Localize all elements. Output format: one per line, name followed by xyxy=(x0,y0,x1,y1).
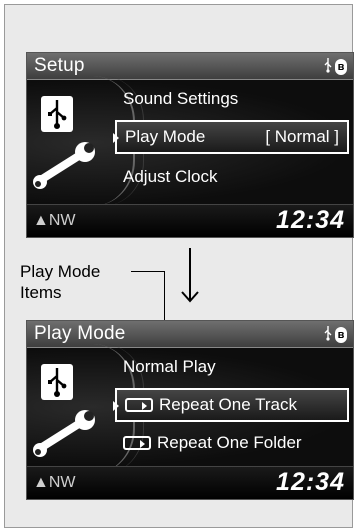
menu-item-label: Sound Settings xyxy=(123,89,239,108)
title-bar: Play Mode ʙ xyxy=(27,321,353,348)
menu-item-adjust-clock[interactable]: Adjust Clock xyxy=(115,160,349,194)
compass-arrow-icon: ▲ xyxy=(33,474,49,491)
menu-item-sound-settings[interactable]: Sound Settings xyxy=(115,82,349,116)
screen-title: Setup xyxy=(34,55,85,76)
usb-icon xyxy=(41,364,73,400)
usb-icon xyxy=(323,325,333,344)
usb-icon xyxy=(323,57,333,76)
compass-arrow-icon: ▲ xyxy=(33,212,49,229)
menu-area: Normal Play Repeat One Track Repeat One … xyxy=(27,344,353,474)
usb-icon xyxy=(41,96,73,132)
repeat-icon xyxy=(123,436,151,450)
play-mode-screen: Play Mode ʙ Normal Play Repeat One Track… xyxy=(26,320,354,500)
menu-item-label: Play Mode xyxy=(125,127,206,146)
compass-heading: ▲NW xyxy=(33,474,76,492)
menu-item-label: Normal Play xyxy=(123,357,216,376)
menu-area: Sound Settings Play Mode [ Normal ] Adju… xyxy=(27,76,353,206)
menu-item-play-mode[interactable]: Play Mode [ Normal ] xyxy=(113,120,349,154)
status-footer: ▲NW 12:34 xyxy=(27,466,353,499)
status-icons: ʙ xyxy=(323,325,347,344)
bluetooth-icon: ʙ xyxy=(335,326,347,343)
setup-screen: Setup ʙ Sound Settings Play Mode [Norma… xyxy=(26,52,354,238)
callout-leader xyxy=(131,271,165,272)
compass-heading: ▲NW xyxy=(33,212,76,230)
down-arrow-icon xyxy=(181,248,199,304)
clock: 12:34 xyxy=(276,206,345,234)
callout-line-1: Play Mode xyxy=(20,262,101,281)
callout-label: Play Mode Items xyxy=(20,261,100,303)
compass-text: NW xyxy=(48,474,76,491)
menu-item-repeat-one-folder[interactable]: Repeat One Folder xyxy=(115,426,349,460)
screen-title: Play Mode xyxy=(34,323,126,344)
menu-item-label: Adjust Clock xyxy=(123,167,218,186)
menu-item-repeat-one-track[interactable]: Repeat One Track xyxy=(113,388,349,422)
menu-item-value: [ Normal ] xyxy=(265,127,339,146)
bluetooth-icon: ʙ xyxy=(335,58,347,75)
illustration-frame: Setup ʙ Sound Settings Play Mode [Norma… xyxy=(4,4,354,528)
status-footer: ▲NW 12:34 xyxy=(27,204,353,237)
title-bar: Setup ʙ xyxy=(27,53,353,80)
selection-pointer-icon xyxy=(113,401,119,411)
clock: 12:34 xyxy=(276,468,345,496)
status-icons: ʙ xyxy=(323,57,347,76)
selection-pointer-icon xyxy=(113,133,119,143)
menu-item-label: Repeat One Folder xyxy=(157,433,302,452)
callout-line-2: Items xyxy=(20,283,62,302)
repeat-icon xyxy=(125,398,153,412)
menu-item-normal-play[interactable]: Normal Play xyxy=(115,350,349,384)
compass-text: NW xyxy=(48,212,76,229)
menu-item-label: Repeat One Track xyxy=(159,395,297,414)
